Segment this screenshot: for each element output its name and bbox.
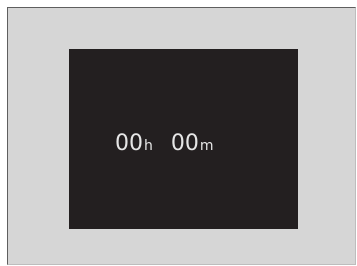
hours-value: 00 [115,131,143,156]
minutes-unit: m [199,138,214,154]
timer-readout: 00h 00m [115,133,214,155]
display-panel-frame: 00h 00m [7,7,356,265]
minutes-value: 00 [170,131,199,156]
hours-unit: h [144,138,153,154]
timer-screen: 00h 00m [69,49,298,229]
